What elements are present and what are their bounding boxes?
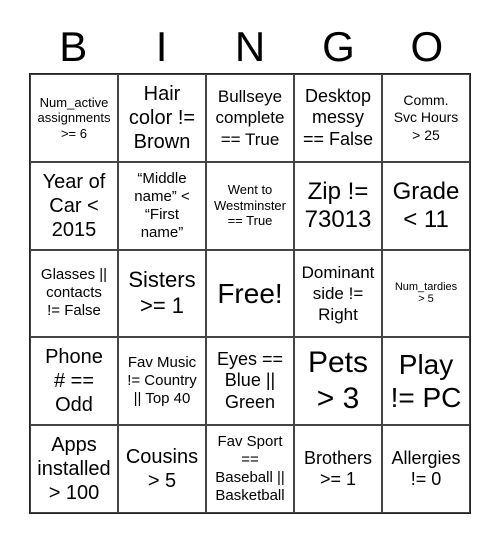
bingo-cell[interactable]: Phone # == Odd bbox=[30, 337, 118, 426]
bingo-card-grid: Num_active assignments >= 6 Hair color !… bbox=[29, 73, 471, 514]
header-letter-g: G bbox=[322, 23, 355, 70]
header-letter-i: I bbox=[155, 23, 168, 70]
bingo-cell[interactable]: Sisters >= 1 bbox=[118, 249, 206, 338]
header-letter-n: N bbox=[234, 23, 266, 70]
bingo-cell[interactable]: Num_active assignments >= 6 bbox=[30, 74, 118, 162]
header-letter-o: O bbox=[410, 23, 444, 70]
header-letter-b: B bbox=[59, 23, 88, 70]
bingo-cell[interactable]: Hair color != Brown bbox=[118, 74, 206, 162]
bingo-cell-free-space[interactable]: Free! bbox=[206, 249, 294, 338]
bingo-cell[interactable]: Dominant side != Right bbox=[294, 249, 382, 338]
bingo-cell[interactable]: Pets > 3 bbox=[294, 337, 382, 426]
bingo-cell[interactable]: Eyes == Blue || Green bbox=[206, 337, 294, 426]
bingo-cell[interactable]: Fav Sport == Baseball || Basketball bbox=[206, 425, 294, 513]
bingo-cell[interactable]: Apps installed > 100 bbox=[30, 425, 118, 513]
bingo-cell[interactable]: “Middle name” < “First name” bbox=[118, 161, 206, 250]
bingo-cell[interactable]: Went to Westminster == True bbox=[206, 161, 294, 250]
bingo-cell[interactable]: Year of Car < 2015 bbox=[30, 161, 118, 250]
bingo-cell[interactable]: Cousins > 5 bbox=[118, 425, 206, 513]
bingo-cell[interactable]: Fav Music != Country || Top 40 bbox=[118, 337, 206, 426]
bingo-cell[interactable]: Zip != 73013 bbox=[294, 161, 382, 250]
bingo-cell[interactable]: Glasses || contacts != False bbox=[30, 249, 118, 338]
bingo-cell[interactable]: Play != PC bbox=[382, 337, 470, 426]
bingo-cell[interactable]: Comm. Svc Hours > 25 bbox=[382, 74, 470, 162]
bingo-cell[interactable]: Allergies != 0 bbox=[382, 425, 470, 513]
bingo-cell[interactable]: Brothers >= 1 bbox=[294, 425, 382, 513]
bingo-cell[interactable]: Bullseye complete == True bbox=[206, 74, 294, 162]
bingo-cell[interactable]: Grade < 11 bbox=[382, 161, 470, 250]
bingo-cell[interactable]: Num_tardies > 5 bbox=[382, 249, 470, 338]
bingo-header: B I N G O bbox=[29, 22, 471, 72]
bingo-cell[interactable]: Desktop messy == False bbox=[294, 74, 382, 162]
